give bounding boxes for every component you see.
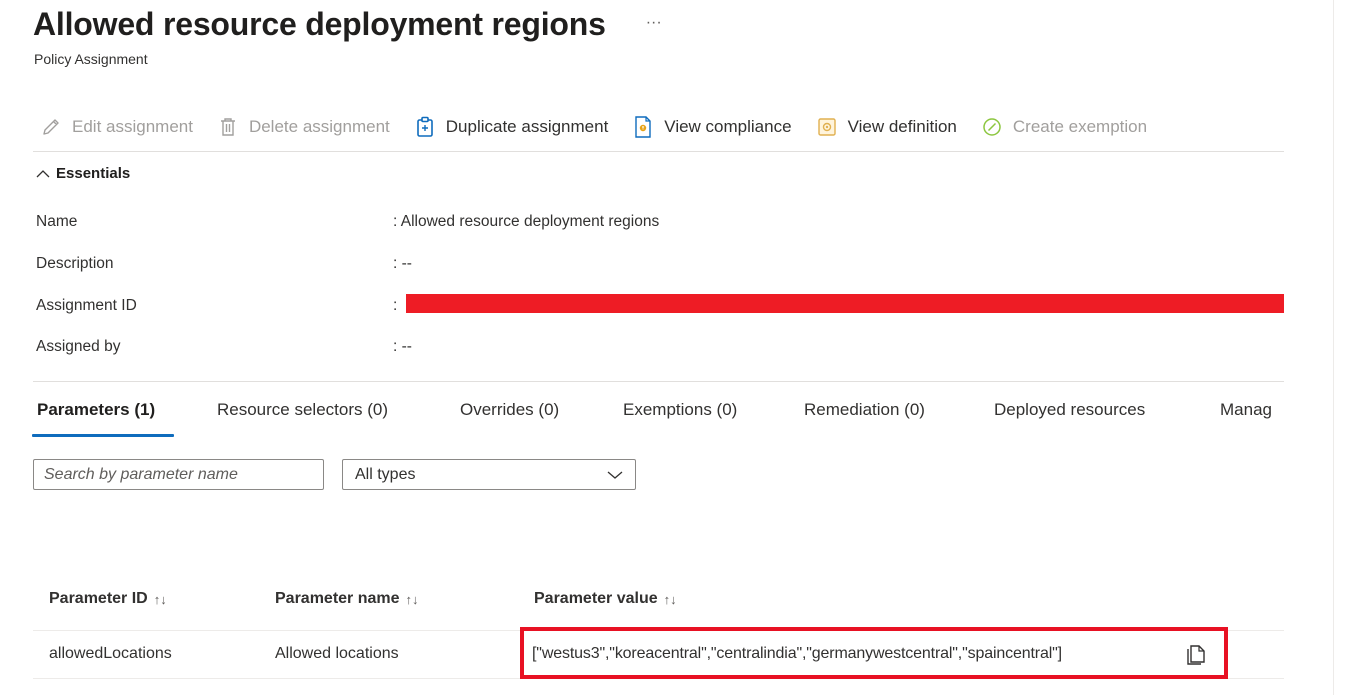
column-header-parameter-id[interactable]: Parameter ID ↑↓ xyxy=(49,590,167,608)
page-title: Allowed resource deployment regions xyxy=(33,6,606,42)
column-header-parameter-value[interactable]: Parameter value ↑↓ xyxy=(534,590,677,608)
tab-exemptions[interactable]: Exemptions (0) xyxy=(623,400,737,420)
type-filter-value: All types xyxy=(355,465,416,483)
duplicate-assignment-label: Duplicate assignment xyxy=(445,117,609,136)
essentials-label: Essentials xyxy=(56,165,131,182)
tab-bar: Parameters (1) Resource selectors (0) Ov… xyxy=(37,400,1284,440)
divider xyxy=(33,151,1284,152)
view-definition-button[interactable]: View definition xyxy=(816,116,957,138)
essentials-toggle[interactable]: Essentials xyxy=(36,165,130,182)
search-input[interactable] xyxy=(33,459,324,490)
chevron-down-icon xyxy=(607,471,623,479)
sort-icon: ↑↓ xyxy=(153,591,167,607)
compliance-document-icon xyxy=(632,116,654,138)
pencil-icon xyxy=(40,116,62,138)
edit-assignment-button[interactable]: Edit assignment xyxy=(40,116,193,138)
view-compliance-label: View compliance xyxy=(664,117,792,136)
name-value: : Allowed resource deployment regions xyxy=(393,213,660,230)
assignment-id-redaction xyxy=(406,294,1284,313)
right-pane-edge xyxy=(1333,0,1365,695)
tab-managed[interactable]: Manag xyxy=(1220,400,1272,420)
delete-assignment-label: Delete assignment xyxy=(248,117,390,136)
tab-overrides[interactable]: Overrides (0) xyxy=(460,400,559,420)
policy-assignment-page: Allowed resource deployment regions ··· … xyxy=(0,0,1330,695)
delete-assignment-button[interactable]: Delete assignment xyxy=(217,116,390,138)
tab-remediation[interactable]: Remediation (0) xyxy=(804,400,925,420)
clipboard-icon xyxy=(414,116,436,138)
page-subtitle: Policy Assignment xyxy=(34,51,148,67)
tab-parameters[interactable]: Parameters (1) xyxy=(37,400,155,420)
sort-icon: ↑↓ xyxy=(405,591,419,607)
assigned-by-label: Assigned by xyxy=(36,338,121,355)
duplicate-assignment-button[interactable]: Duplicate assignment xyxy=(414,116,609,138)
trash-icon xyxy=(217,116,239,138)
type-filter-dropdown[interactable]: All types xyxy=(342,459,636,490)
create-exemption-label: Create exemption xyxy=(1012,117,1148,136)
annotation-highlight-box xyxy=(520,627,1228,679)
view-compliance-button[interactable]: View compliance xyxy=(632,116,792,138)
chevron-up-icon xyxy=(36,169,50,177)
divider xyxy=(33,381,1284,382)
parameter-id-cell: allowedLocations xyxy=(49,645,172,662)
active-tab-indicator xyxy=(32,434,174,437)
more-options-button[interactable]: ··· xyxy=(646,14,662,32)
sort-icon: ↑↓ xyxy=(663,591,677,607)
parameter-name-cell: Allowed locations xyxy=(275,645,399,662)
description-value: : -- xyxy=(393,255,412,272)
view-definition-label: View definition xyxy=(847,117,957,136)
column-header-parameter-name[interactable]: Parameter name ↑↓ xyxy=(275,590,419,608)
edit-assignment-label: Edit assignment xyxy=(72,117,193,136)
assigned-by-value: : -- xyxy=(393,338,412,355)
assignment-id-label: Assignment ID xyxy=(36,297,137,314)
definition-icon xyxy=(816,116,838,138)
description-label: Description xyxy=(36,255,114,272)
name-label: Name xyxy=(36,213,78,230)
check-circle-icon xyxy=(981,116,1003,138)
create-exemption-button[interactable]: Create exemption xyxy=(981,116,1147,138)
assignment-id-value: : xyxy=(393,297,398,314)
title-row: Allowed resource deployment regions ··· xyxy=(33,6,662,43)
tab-deployed-resources[interactable]: Deployed resources xyxy=(994,400,1145,420)
tab-resource-selectors[interactable]: Resource selectors (0) xyxy=(217,400,388,420)
command-bar: Edit assignment Delete assignment Duplic… xyxy=(40,112,1171,142)
